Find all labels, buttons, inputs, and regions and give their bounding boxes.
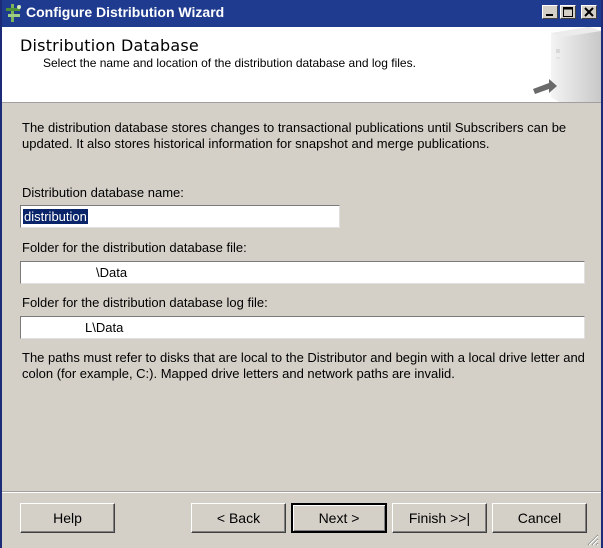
minimize-icon bbox=[546, 14, 553, 16]
db-name-value: distribution bbox=[23, 209, 88, 224]
wizard-window: Configure Distribution Wizard Distributi… bbox=[0, 0, 603, 548]
data-folder-label: Folder for the distribution database fil… bbox=[22, 240, 247, 255]
description-text: The distribution database stores changes… bbox=[22, 120, 567, 151]
page-title: Distribution Database bbox=[20, 36, 199, 55]
data-folder-input[interactable]: \Data bbox=[20, 261, 585, 284]
next-button[interactable]: Next > bbox=[291, 503, 387, 533]
header-banner: Distribution Database Select the name an… bbox=[2, 27, 601, 103]
page-subtitle: Select the name and location of the dist… bbox=[43, 56, 416, 70]
resize-grip-icon[interactable] bbox=[585, 532, 599, 546]
help-button[interactable]: Help bbox=[20, 503, 115, 533]
close-icon bbox=[584, 7, 594, 17]
log-folder-value: L\Data bbox=[85, 320, 124, 335]
footer-divider bbox=[2, 491, 601, 493]
db-name-label: Distribution database name: bbox=[22, 185, 184, 200]
wizard-app-icon bbox=[5, 3, 23, 23]
finish-button[interactable]: Finish >>| bbox=[392, 503, 487, 533]
maximize-icon bbox=[563, 7, 573, 17]
log-folder-label: Folder for the distribution database log… bbox=[22, 295, 268, 310]
window-title: Configure Distribution Wizard bbox=[26, 4, 225, 20]
cancel-button[interactable]: Cancel bbox=[492, 503, 587, 533]
maximize-button[interactable] bbox=[560, 5, 576, 19]
minimize-button[interactable] bbox=[542, 5, 558, 19]
log-folder-input[interactable]: L\Data bbox=[20, 316, 585, 339]
path-note-text: The paths must refer to disks that are l… bbox=[22, 350, 585, 381]
back-button[interactable]: < Back bbox=[191, 503, 286, 533]
server-icon bbox=[533, 27, 601, 102]
db-name-input[interactable]: distribution bbox=[20, 205, 340, 228]
close-button[interactable] bbox=[581, 5, 597, 19]
title-bar[interactable]: Configure Distribution Wizard bbox=[2, 0, 601, 27]
data-folder-value: \Data bbox=[96, 265, 128, 280]
